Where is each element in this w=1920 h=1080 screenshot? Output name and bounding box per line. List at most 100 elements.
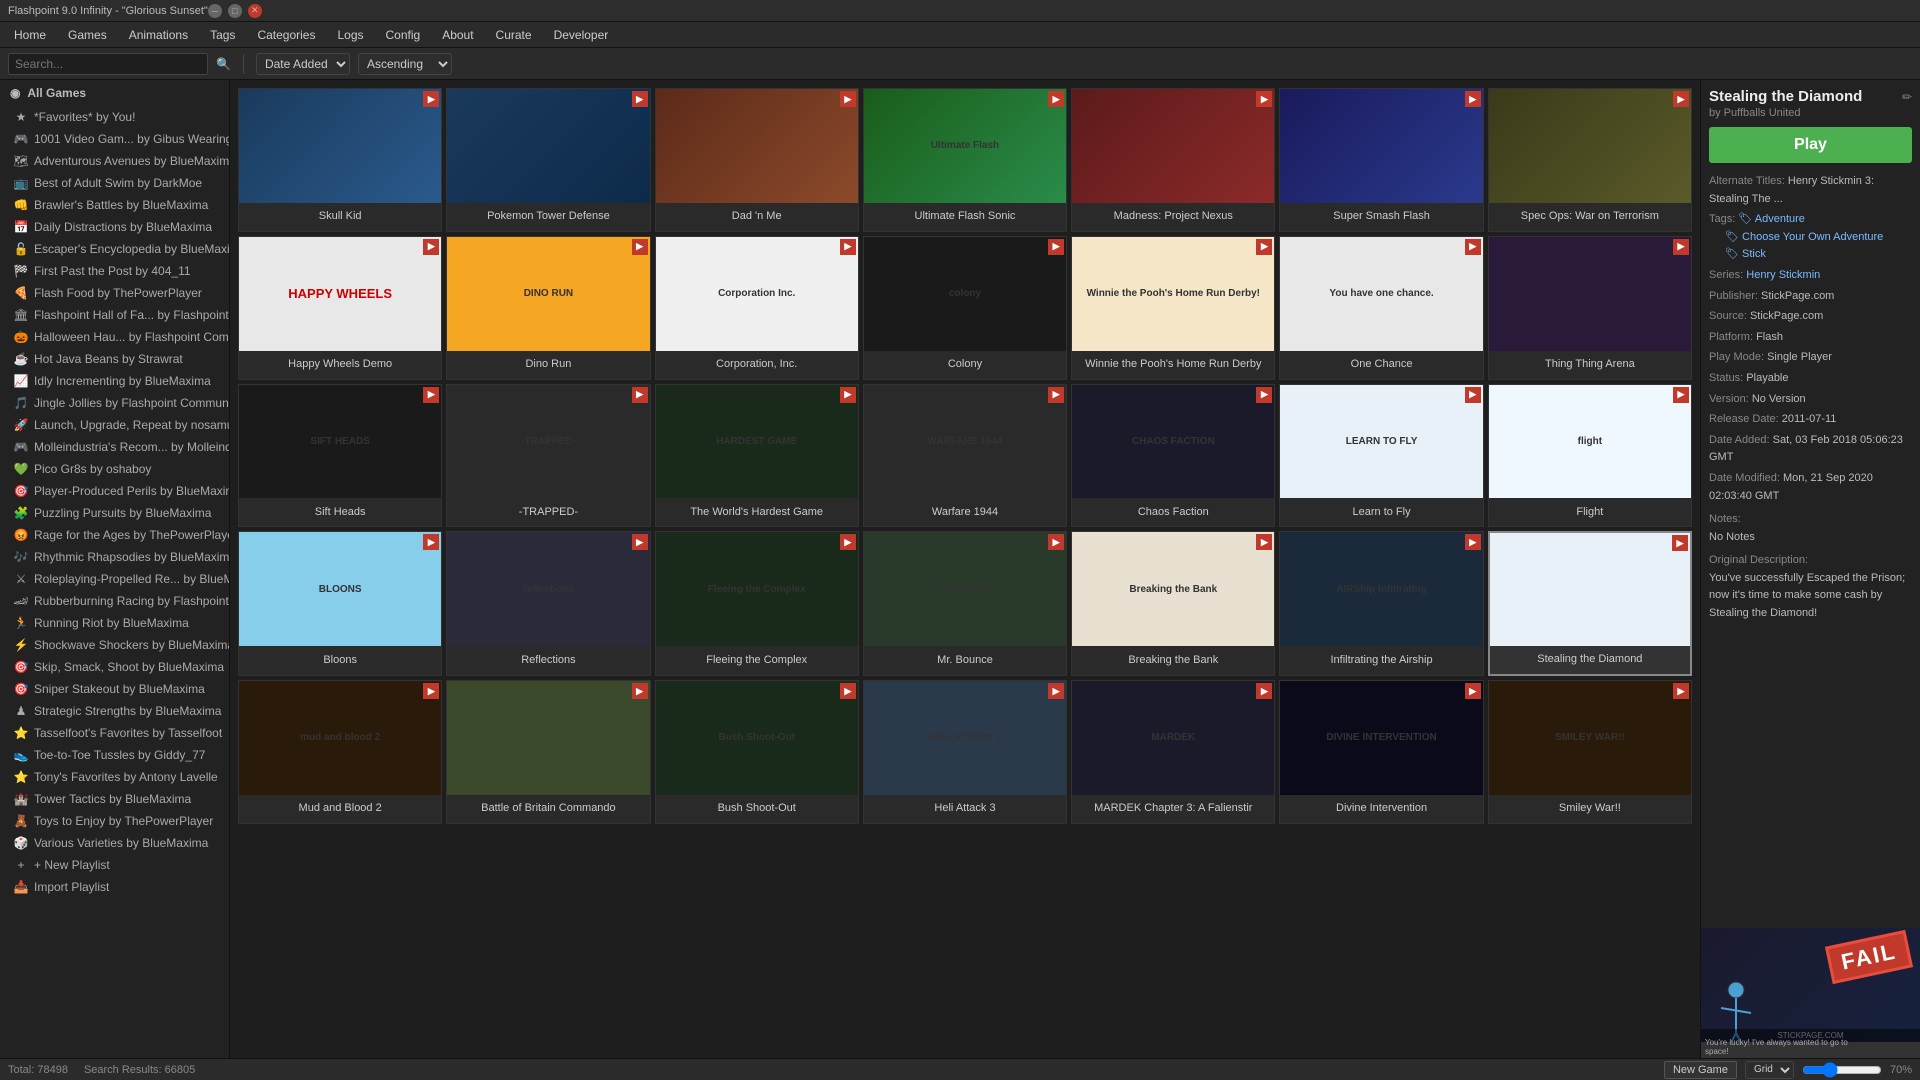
game-card-reflections[interactable]: reflections▶Reflections [446, 531, 650, 676]
sidebar-item-importplaylist[interactable]: 📥Import Playlist [0, 876, 229, 898]
game-card-chaos-faction[interactable]: CHAOS FACTION▶Chaos Faction [1071, 384, 1275, 528]
game-card-infiltrating[interactable]: AIRShip Infiltrating▶Infiltrating the Ai… [1279, 531, 1483, 676]
sidebar-item-skipsmack[interactable]: 🎯Skip, Smack, Shoot by BlueMaxima [0, 656, 229, 678]
sidebar-item-tasselfoot[interactable]: ⭐Tasselfoot's Favorites by Tasselfoot [0, 722, 229, 744]
menu-categories[interactable]: Categories [247, 25, 325, 45]
menu-tags[interactable]: Tags [200, 25, 245, 45]
sidebar-item-halloween[interactable]: 🎃Halloween Hau... by Flashpoint Commu... [0, 326, 229, 348]
game-card-happy-wheels[interactable]: HAPPY WHEELS▶Happy Wheels Demo [238, 236, 442, 380]
search-icon[interactable]: 🔍 [216, 57, 231, 71]
sidebar-all-games-label[interactable]: All Games [27, 86, 86, 100]
game-card-trapped[interactable]: -TRAPPED-▶-TRAPPED- [446, 384, 650, 528]
menu-about[interactable]: About [432, 25, 483, 45]
play-button[interactable]: Play [1709, 127, 1912, 163]
new-game-button[interactable]: New Game [1664, 1061, 1737, 1079]
game-card-heli-attack[interactable]: HELI ATTACK 3▶Heli Attack 3 [863, 680, 1067, 824]
game-card-mardek[interactable]: MARDEK▶MARDEK Chapter 3: A Falienstir [1071, 680, 1275, 824]
menu-logs[interactable]: Logs [327, 25, 373, 45]
game-card-sift-heads[interactable]: SIFT HEADS▶Sift Heads [238, 384, 442, 528]
order-select[interactable]: Ascending Descending [358, 53, 452, 75]
game-card-divine[interactable]: DIVINE INTERVENTION▶Divine Intervention [1279, 680, 1483, 824]
game-card-commando[interactable]: ▶Battle of Britain Commando [446, 680, 650, 824]
detail-edit-button[interactable]: ✏ [1902, 90, 1912, 104]
sidebar-item-rage[interactable]: 😡Rage for the Ages by ThePowerPlayer [0, 524, 229, 546]
game-card-flight[interactable]: flight▶Flight [1488, 384, 1692, 528]
game-card-madness[interactable]: ▶Madness: Project Nexus [1071, 88, 1275, 232]
detail-tag-main[interactable]: Adventure [1738, 213, 1805, 225]
sidebar-item-mollein[interactable]: 🎮Molleindustria's Recom... by Molleind..… [0, 436, 229, 458]
game-card-spec-ops[interactable]: ▶Spec Ops: War on Terrorism [1488, 88, 1692, 232]
close-button[interactable]: ✕ [248, 4, 262, 18]
sidebar-item-towertactics[interactable]: 🏰Tower Tactics by BlueMaxima [0, 788, 229, 810]
view-select[interactable]: Grid List [1745, 1061, 1794, 1079]
sidebar-item-flashpointhall[interactable]: 🏛Flashpoint Hall of Fa... by Flashpoint … [0, 304, 229, 326]
sidebar-item-puzzling[interactable]: 🧩Puzzling Pursuits by BlueMaxima [0, 502, 229, 524]
game-card-bush-shoot[interactable]: Bush Shoot-Out▶Bush Shoot-Out [655, 680, 859, 824]
game-card-skull-kid[interactable]: ▶Skull Kid [238, 88, 442, 232]
sidebar-item-shockwave[interactable]: ⚡Shockwave Shockers by BlueMaxima [0, 634, 229, 656]
sidebar-item-newplaylist[interactable]: ++ New Playlist [0, 854, 229, 876]
menu-games[interactable]: Games [58, 25, 117, 45]
game-card-one-chance[interactable]: You have one chance.▶One Chance [1279, 236, 1483, 380]
sidebar-item-adventurous[interactable]: 🗺Adventurous Avenues by BlueMaxima [0, 150, 229, 172]
sidebar-item-roleplaying[interactable]: ⚔Roleplaying-Propelled Re... by BlueMax.… [0, 568, 229, 590]
search-input[interactable] [8, 53, 208, 75]
menu-home[interactable]: Home [4, 25, 56, 45]
sidebar-item-daily[interactable]: 📅Daily Distractions by BlueMaxima [0, 216, 229, 238]
menu-developer[interactable]: Developer [544, 25, 619, 45]
game-card-fleeing[interactable]: Fleeing the Complex▶Fleeing the Complex [655, 531, 859, 676]
sidebar-item-runningriot[interactable]: 🏃Running Riot by BlueMaxima [0, 612, 229, 634]
game-row-3: SIFT HEADS▶Sift Heads-TRAPPED-▶-TRAPPED-… [238, 384, 1692, 528]
game-title-one-chance: One Chance [1280, 351, 1482, 379]
sidebar-item-picogr8s[interactable]: 💚Pico Gr8s by oshaboy [0, 458, 229, 480]
sidebar-item-1001[interactable]: 🎮1001 Video Gam... by Gibus Wearing Bro.… [0, 128, 229, 150]
game-card-colony[interactable]: colony▶Colony [863, 236, 1067, 380]
sidebar-item-strategic[interactable]: ♟Strategic Strengths by BlueMaxima [0, 700, 229, 722]
sidebar-item-firstpast[interactable]: 🏁First Past the Post by 404_11 [0, 260, 229, 282]
detail-series-value[interactable]: Henry Stickmin [1746, 269, 1820, 281]
sidebar-item-various[interactable]: 🎲Various Varieties by BlueMaxima [0, 832, 229, 854]
sidebar-item-brawlers[interactable]: 👊Brawler's Battles by BlueMaxima [0, 194, 229, 216]
game-card-hardest-game[interactable]: HARDEST GAME▶The World's Hardest Game [655, 384, 859, 528]
sidebar-item-favorites[interactable]: ★*Favorites* by You! [0, 106, 229, 128]
game-card-pokemon-tower[interactable]: ▶Pokemon Tower Defense [446, 88, 650, 232]
menu-animations[interactable]: Animations [119, 25, 198, 45]
game-card-winnie[interactable]: Winnie the Pooh's Home Run Derby!▶Winnie… [1071, 236, 1275, 380]
game-card-breaking-bank[interactable]: Breaking the Bank▶Breaking the Bank [1071, 531, 1275, 676]
game-card-mr-bounce[interactable]: mr. bounce▶Mr. Bounce [863, 531, 1067, 676]
game-card-corporation[interactable]: Corporation Inc.▶Corporation, Inc. [655, 236, 859, 380]
minimize-button[interactable]: ─ [208, 4, 222, 18]
sidebar-item-escapers[interactable]: 🔓Escaper's Encyclopedia by BlueMaxima [0, 238, 229, 260]
sidebar-item-hotjava[interactable]: ☕Hot Java Beans by Strawrat [0, 348, 229, 370]
game-card-learn-to-fly[interactable]: LEARN TO FLY▶Learn to Fly [1279, 384, 1483, 528]
sidebar-item-jingle[interactable]: 🎵Jingle Jollies by Flashpoint Community [0, 392, 229, 414]
game-card-warfare-1944[interactable]: WARFARE 1944▶Warfare 1944 [863, 384, 1067, 528]
sidebar-item-idly[interactable]: 📈Idly Incrementing by BlueMaxima [0, 370, 229, 392]
sort-select[interactable]: Date Added Title Publisher [256, 53, 350, 75]
sidebar-item-flashfood[interactable]: 🍕Flash Food by ThePowerPlayer [0, 282, 229, 304]
game-card-super-smash[interactable]: ▶Super Smash Flash [1279, 88, 1483, 232]
game-card-ultimate-flash[interactable]: Ultimate Flash▶Ultimate Flash Sonic [863, 88, 1067, 232]
game-card-stealing[interactable]: ▶Stealing the Diamond [1488, 531, 1692, 676]
sidebar-item-playerproduced[interactable]: 🎯Player-Produced Perils by BlueMaxima [0, 480, 229, 502]
menu-config[interactable]: Config [376, 25, 431, 45]
sidebar-item-toys[interactable]: 🧸Toys to Enjoy by ThePowerPlayer [0, 810, 229, 832]
menu-curate[interactable]: Curate [486, 25, 542, 45]
maximize-button[interactable]: □ [228, 4, 242, 18]
game-card-mud-blood[interactable]: mud and blood 2▶Mud and Blood 2 [238, 680, 442, 824]
sidebar-item-rhythmic[interactable]: 🎶Rhythmic Rhapsodies by BlueMaxima [0, 546, 229, 568]
detail-tag-sub2[interactable]: Stick [1725, 248, 1766, 260]
sidebar-item-sniper[interactable]: 🎯Sniper Stakeout by BlueMaxima [0, 678, 229, 700]
sidebar-item-launch[interactable]: 🚀Launch, Upgrade, Repeat by nosamu [0, 414, 229, 436]
sidebar-item-toetoe[interactable]: 👟Toe-to-Toe Tussles by Giddy_77 [0, 744, 229, 766]
game-card-bloons[interactable]: BLOONS▶Bloons [238, 531, 442, 676]
detail-tag-sub1[interactable]: Choose Your Own Adventure [1725, 231, 1883, 243]
game-card-smiley-war[interactable]: SMILEY WAR!!▶Smiley War!! [1488, 680, 1692, 824]
zoom-slider[interactable] [1802, 1063, 1882, 1077]
sidebar-item-bestadult[interactable]: 📺Best of Adult Swim by DarkMoe [0, 172, 229, 194]
game-card-dino-run[interactable]: DINO RUN▶Dino Run [446, 236, 650, 380]
game-card-thing-thing[interactable]: ▶Thing Thing Arena [1488, 236, 1692, 380]
sidebar-item-tonys[interactable]: ⭐Tony's Favorites by Antony Lavelle [0, 766, 229, 788]
game-card-dad-n-me[interactable]: ▶Dad 'n Me [655, 88, 859, 232]
sidebar-item-rubberburning[interactable]: 🏎Rubberburning Racing by Flashpoint Staf… [0, 590, 229, 612]
